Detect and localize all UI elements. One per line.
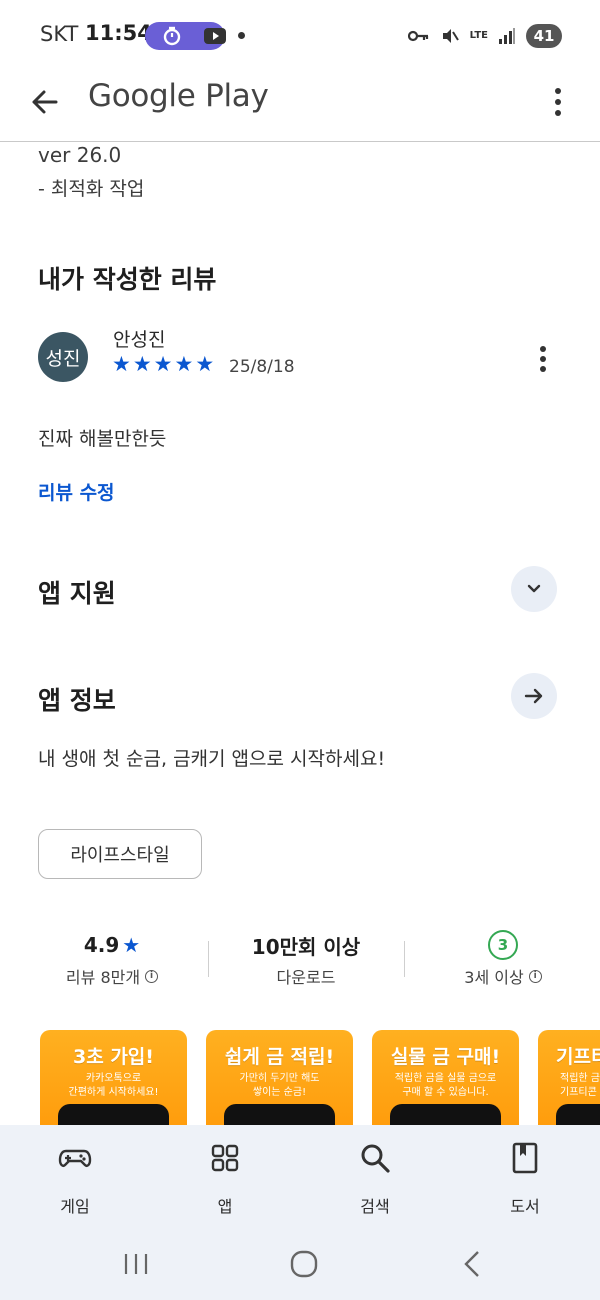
info-icon[interactable]: i — [145, 969, 159, 983]
divider — [208, 941, 209, 977]
downloads-stat: 10만회 이상 다운로드 — [216, 928, 396, 988]
app-support-expand-button[interactable] — [511, 566, 557, 612]
screenshot-thumbnail[interactable]: 3초 가입! 카카오톡으로 간편하게 시작하세요! — [40, 1030, 187, 1130]
screenshot-thumbnail[interactable]: 실물 금 구매! 적립한 금을 실물 금으로 구매 할 수 있습니다. — [372, 1030, 519, 1130]
more-vert-icon — [555, 88, 561, 116]
age-rating-label: 3세 이상 — [464, 968, 524, 987]
page-title: Google Play — [88, 78, 269, 114]
rating-stat: 4.9 ★ 리뷰 8만개 i — [22, 928, 202, 988]
app-support-heading: 앱 지원 — [38, 579, 116, 608]
review-date: 25/8/18 — [229, 357, 295, 377]
home-button[interactable] — [289, 1249, 319, 1279]
status-icons: LTE 41 — [407, 22, 562, 50]
app-bar: Google Play — [0, 70, 600, 142]
screenshot-subtitle: 적립한 금 기프티콘 — [560, 1073, 600, 1098]
screenshot-carousel[interactable]: 3초 가입! 카카오톡으로 간편하게 시작하세요! 쉽게 금 적립! 가만히 두… — [0, 1030, 600, 1130]
lte-icon: LTE — [469, 30, 488, 41]
review-body: 진짜 해볼만한듯 — [38, 428, 167, 450]
screenshot-title: 3초 가입! — [73, 1046, 154, 1068]
nav-item-search[interactable]: 검색 — [320, 1141, 430, 1217]
age-rating-badge: 3 — [488, 930, 518, 960]
reviews-count: 리뷰 8만개 — [65, 968, 141, 987]
star-icon: ★ — [122, 933, 141, 957]
rating-value: 4.9 — [83, 933, 120, 957]
clock: 11:54 — [85, 21, 152, 45]
version-text: ver 26.0 — [38, 143, 122, 167]
nav-label: 도서 — [510, 1197, 540, 1216]
info-icon[interactable]: i — [528, 969, 542, 983]
notification-dot-icon — [238, 32, 245, 39]
nav-item-apps[interactable]: 앱 — [170, 1141, 280, 1217]
status-bar: SKT 11:54 LTE 41 — [0, 0, 600, 70]
star-icon: ★ — [195, 352, 215, 376]
back-nav-button[interactable] — [460, 1249, 484, 1279]
star-icon: ★ — [153, 352, 173, 376]
reviewer-name: 안성진 — [113, 329, 166, 351]
arrow-back-icon — [32, 90, 58, 114]
star-rating: ★ ★ ★ ★ ★ — [112, 353, 214, 375]
app-info-open-button[interactable] — [511, 673, 557, 719]
screenshot-subtitle: 가만히 두기만 해도 쌓이는 순금! — [239, 1073, 320, 1098]
star-icon: ★ — [112, 352, 131, 376]
nav-item-games[interactable]: 게임 — [20, 1141, 130, 1217]
app-description: 내 생애 첫 순금, 금캐기 앱으로 시작하세요! — [38, 748, 386, 770]
screenshot-thumbnail[interactable]: 기프티 적립한 금 기프티콘 — [538, 1030, 600, 1130]
downloads-label: 다운로드 — [276, 968, 336, 987]
screenshot-subtitle: 카카오톡으로 간편하게 시작하세요! — [68, 1073, 159, 1098]
category-chip[interactable]: 라이프스타일 — [38, 829, 202, 879]
carrier-label: SKT — [40, 22, 79, 46]
app-info-heading: 앱 정보 — [38, 686, 116, 715]
battery-indicator: 41 — [526, 24, 562, 48]
avatar: 성진 — [38, 332, 88, 382]
star-icon: ★ — [174, 352, 194, 376]
screenshot-thumbnail[interactable]: 쉽게 금 적립! 가만히 두기만 해도 쌓이는 순금! — [206, 1030, 353, 1130]
screenshot-title: 쉽게 금 적립! — [224, 1046, 335, 1068]
review-options-button[interactable] — [532, 343, 554, 377]
youtube-icon — [204, 28, 226, 44]
arrow-forward-icon — [524, 688, 543, 704]
mute-icon — [442, 29, 459, 43]
gamepad-icon — [58, 1149, 92, 1167]
screenshot-subtitle: 적립한 금을 실물 금으로 구매 할 수 있습니다. — [394, 1073, 497, 1098]
signal-icon — [499, 28, 515, 44]
screenshot-title: 기프티 — [556, 1046, 600, 1068]
nav-label: 게임 — [60, 1197, 90, 1216]
system-navigation-bar — [0, 1230, 600, 1300]
search-icon — [361, 1144, 390, 1173]
overflow-menu-button[interactable] — [546, 82, 570, 122]
more-vert-icon — [540, 346, 546, 372]
back-button[interactable] — [26, 82, 66, 122]
recent-apps-button[interactable] — [122, 1250, 150, 1278]
bottom-navigation: 게임 앱 검색 도서 — [0, 1125, 600, 1230]
nav-item-books[interactable]: 도서 — [470, 1141, 580, 1217]
book-icon — [512, 1142, 538, 1174]
apps-grid-icon — [211, 1144, 239, 1172]
release-note: - 최적화 작업 — [38, 178, 145, 200]
chevron-down-icon — [527, 584, 541, 593]
age-rating-stat: 3 3세 이상 i — [413, 928, 593, 988]
star-icon: ★ — [132, 352, 152, 376]
nav-label: 검색 — [360, 1197, 390, 1216]
screenshot-title: 실물 금 구매! — [390, 1046, 501, 1068]
my-review-heading: 내가 작성한 리뷰 — [38, 265, 217, 294]
divider — [404, 941, 405, 977]
edit-review-link[interactable]: 리뷰 수정 — [38, 478, 115, 505]
nav-label: 앱 — [217, 1197, 233, 1216]
downloads-value: 10만회 이상 — [251, 934, 361, 959]
vpn-key-icon — [407, 30, 428, 42]
